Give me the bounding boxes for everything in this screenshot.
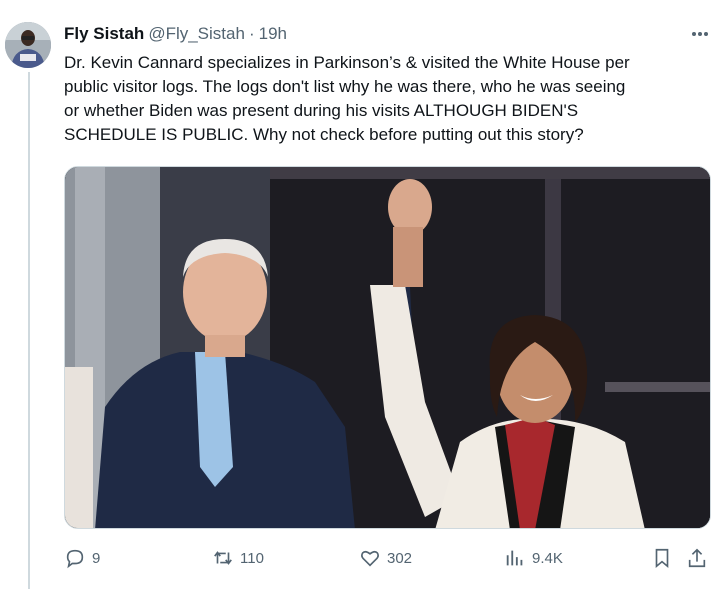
share-button[interactable] xyxy=(686,543,708,573)
display-name[interactable]: Fly Sistah xyxy=(64,24,144,44)
views-count: 9.4K xyxy=(532,549,563,567)
views-chart-icon xyxy=(506,550,523,566)
reply-count: 9 xyxy=(92,549,101,567)
more-dots-icon xyxy=(692,32,708,36)
avatar[interactable] xyxy=(5,22,51,68)
retweet-button[interactable]: 110 xyxy=(212,543,264,573)
like-button[interactable]: 302 xyxy=(359,543,412,573)
retweet-count: 110 xyxy=(240,549,264,567)
bookmark-icon xyxy=(655,548,669,569)
timestamp[interactable]: 19h xyxy=(259,24,287,44)
user-handle[interactable]: @Fly_Sistah xyxy=(148,24,245,44)
tweet-photo[interactable] xyxy=(64,166,711,529)
share-icon xyxy=(688,548,706,568)
tweet-text-line: SCHEDULE IS PUBLIC. Why not check before… xyxy=(64,125,584,144)
reply-button[interactable]: 9 xyxy=(64,543,100,573)
heart-icon xyxy=(361,550,379,567)
photo-image xyxy=(65,167,710,528)
tweet-text: Dr. Kevin Cannard specializes in Parkins… xyxy=(64,51,716,147)
retweet-icon xyxy=(214,551,232,565)
tweet-header: Fly Sistah @Fly_Sistah · 19h xyxy=(64,23,287,45)
tweet-text-line: Dr. Kevin Cannard specializes in Parkins… xyxy=(64,53,630,72)
separator-dot: · xyxy=(248,24,255,43)
bookmark-button[interactable] xyxy=(651,543,673,573)
tweet-text-line: public visitor logs. The logs don't list… xyxy=(64,77,626,96)
views-button[interactable]: 9.4K xyxy=(504,543,563,573)
avatar-image xyxy=(5,22,51,68)
tweet-text-line: or whether Biden was present during his … xyxy=(64,101,579,120)
like-count: 302 xyxy=(387,549,413,567)
action-bar: 9 110 302 9.4K xyxy=(64,543,714,573)
more-options-button[interactable] xyxy=(688,22,712,46)
thread-line xyxy=(28,72,30,589)
reply-icon xyxy=(66,549,84,569)
